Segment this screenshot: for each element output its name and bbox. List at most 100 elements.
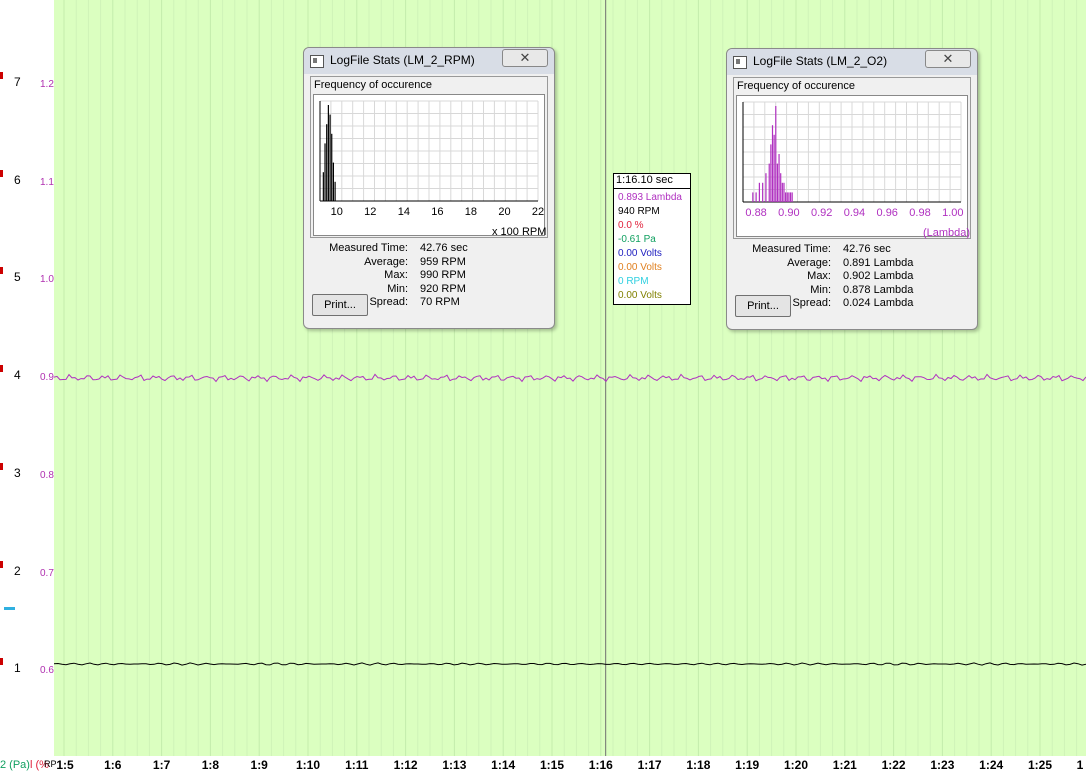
print-button[interactable]: Print... — [735, 295, 791, 317]
rpm-axis-tick: 2 — [14, 563, 21, 578]
cursor-value: 0.00 Volts — [618, 248, 662, 259]
cursor-time: 1:16.10 sec — [614, 174, 690, 189]
stat-label: Max: — [384, 269, 408, 281]
rpm-axis-tick: 7 — [14, 75, 21, 89]
x-axis-tick: 1:9 — [250, 758, 268, 772]
stat-label: Max: — [807, 270, 831, 282]
stat-label: Min: — [810, 283, 831, 296]
lambda-axis-tick: 0.9 — [40, 372, 54, 384]
lambda-axis-tick: 1.2 — [40, 79, 54, 90]
histogram-tick: 18 — [465, 206, 477, 218]
stat-value: 42.76 sec — [843, 243, 891, 255]
cyan-marker — [4, 607, 15, 610]
stat-value: 0.891 Lambda — [843, 256, 914, 269]
pa-axis-label: 2 (Pa) — [0, 759, 30, 771]
frequency-histogram: 0.88 0.90 0.92 0.94 0.96 0.98 1.00 — [736, 95, 968, 237]
cursor-value: 0.00 Volts — [618, 290, 662, 301]
rpm-axis-tick: 1 — [14, 661, 21, 676]
lambda-axis-tick: 0.7 — [40, 567, 54, 579]
window-menu-icon[interactable] — [733, 56, 747, 69]
x-axis-tick: 1:10 — [295, 758, 321, 772]
lambda-axis-tick: 0.6 — [40, 665, 54, 677]
rpm-axis-label: RP — [44, 759, 57, 769]
cursor-value: -0.61 Pa — [618, 234, 656, 245]
rpm-axis-tick: 6 — [14, 172, 21, 187]
rpm-axis-tick: 5 — [14, 270, 21, 285]
lambda-axis-tick: 1.0 — [40, 274, 54, 286]
x-axis-tick: 1:14 — [491, 758, 516, 772]
stat-value: 920 RPM — [420, 282, 466, 295]
x-axis-tick: 1:7 — [152, 758, 171, 772]
x-unit-label: (Lambda) — [923, 227, 971, 239]
stat-value: 959 RPM — [420, 255, 466, 268]
histogram-tick: 0.96 — [877, 207, 898, 219]
cursor-value: 0 RPM — [618, 276, 649, 287]
x-axis-tick: 1:6 — [104, 758, 122, 772]
frequency-histogram: 10 12 14 16 18 20 22 — [313, 94, 545, 236]
x-axis-tick: 1:19 — [735, 758, 760, 772]
stat-value: 42.76 sec — [420, 242, 468, 254]
stat-label: Measured Time: — [329, 242, 408, 254]
histogram-tick: 0.90 — [778, 207, 799, 219]
window-title: LogFile Stats (LM_2_O2) — [753, 54, 888, 68]
rpm-trace — [54, 662, 1086, 666]
window-menu-icon[interactable] — [310, 55, 324, 68]
x-axis-left-labels: 2 (Pa) l (% RP — [0, 756, 60, 776]
x-axis-tick: 1:15 — [539, 758, 565, 772]
cursor-value: 0.00 Volts — [618, 262, 662, 273]
stat-label: Min: — [387, 282, 408, 295]
histogram-tick: 10 — [331, 206, 343, 218]
stat-value: 70 RPM — [420, 296, 460, 308]
cursor-value: 0.893 Lambda — [618, 192, 682, 203]
lambda-trace — [54, 373, 1086, 383]
x-axis-tick: 1:16 — [588, 758, 613, 772]
lambda-axis-tick: 0.8 — [40, 469, 54, 481]
axis-marker — [0, 462, 3, 470]
stat-label: Average: — [364, 255, 408, 268]
axis-marker — [0, 267, 3, 275]
print-button[interactable]: Print... — [312, 294, 368, 316]
x-axis: 1:5 1:6 1:7 1:8 1:9 1:10 1:11 1:12 1:13 1:14 1:15 1… — [54, 756, 1086, 776]
rpm-axis-tick: 3 — [14, 465, 21, 480]
o2-stats-window[interactable]: LogFile Stats (LM_2_O2) ✕ Frequency of o… — [726, 48, 978, 330]
cursor-value: 940 RPM — [618, 206, 660, 217]
axis-marker — [0, 560, 3, 568]
x-axis-tick: 1:23 — [930, 758, 955, 772]
axis-marker — [0, 658, 3, 666]
stat-value: 990 RPM — [420, 269, 466, 281]
window-titlebar[interactable]: LogFile Stats (LM_2_O2) ✕ — [727, 49, 977, 75]
histogram-tick: 22 — [532, 206, 544, 218]
y-axis-strip: 7 1.2 6 1.1 5 1.0 4 0.9 3 0.8 2 0.7 1 0.6 — [0, 0, 54, 756]
x-axis-tick: 1:17 — [637, 758, 662, 772]
frequency-panel: Frequency of occurence 0.88 0.90 0.92 0.94 0… — [733, 77, 971, 239]
histogram-tick: 0.92 — [811, 207, 832, 219]
close-button[interactable]: ✕ — [502, 49, 548, 67]
x-axis-tick: 1:8 — [201, 758, 220, 772]
x-axis-tick: 1:20 — [783, 758, 809, 772]
histogram-tick: 12 — [364, 206, 376, 218]
window-titlebar[interactable]: LogFile Stats (LM_2_RPM) ✕ — [304, 48, 554, 74]
histogram-tick: 0.94 — [844, 207, 865, 219]
window-title: LogFile Stats (LM_2_RPM) — [330, 53, 475, 67]
rpm-stats-window[interactable]: LogFile Stats (LM_2_RPM) ✕ Frequency of … — [303, 47, 555, 329]
histogram-tick: 14 — [398, 206, 410, 218]
frequency-label: Frequency of occurence — [737, 80, 856, 92]
x-axis-tick: 1:24 — [979, 758, 1004, 772]
close-button[interactable]: ✕ — [925, 50, 971, 68]
x-axis-tick: 1 — [1076, 758, 1084, 772]
x-axis-tick: 1:12 — [393, 758, 418, 772]
x-axis-tick: 1:25 — [1027, 758, 1053, 772]
cursor-value: 0.0 % — [618, 220, 644, 231]
frequency-label: Frequency of occurence — [314, 79, 433, 91]
lambda-axis-tick: 1.1 — [40, 176, 54, 188]
x-unit-label: x 100 RPM — [492, 226, 547, 238]
histogram-tick: 20 — [498, 206, 510, 218]
stat-label: Measured Time: — [752, 243, 831, 255]
histogram-tick: 0.98 — [909, 207, 930, 219]
histogram-tick: 1.00 — [942, 207, 963, 219]
stat-label: Average: — [787, 256, 831, 269]
x-axis-tick: 1:18 — [686, 758, 711, 772]
histogram-tick: 0.88 — [745, 207, 766, 219]
stat-value: 0.902 Lambda — [843, 270, 914, 282]
x-axis-tick: 1:22 — [881, 758, 906, 772]
